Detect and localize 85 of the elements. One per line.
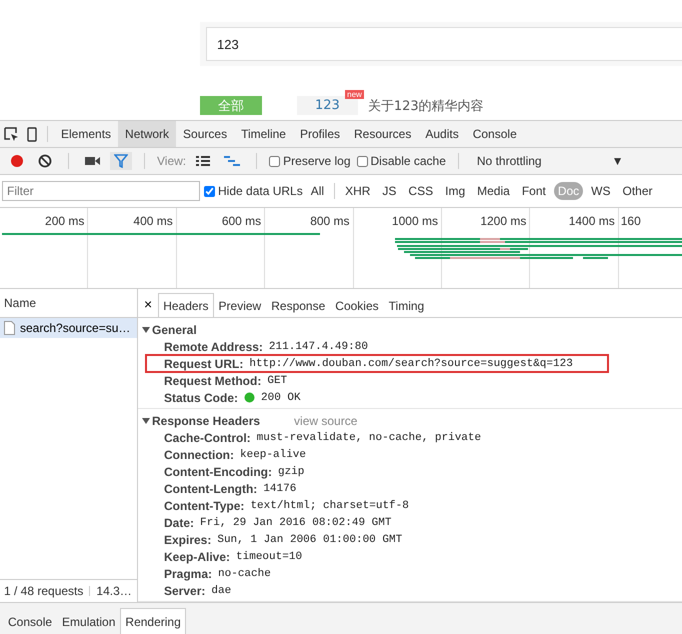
header-value: dae xyxy=(211,584,232,596)
header-name: Server: xyxy=(164,584,206,598)
type-filter[interactable]: Other xyxy=(618,182,657,200)
request-row[interactable]: search?source=su… xyxy=(0,318,137,338)
panel-tab[interactable]: Profiles xyxy=(292,121,347,147)
checkbox-label: Preserve log xyxy=(283,154,351,168)
detail-tab[interactable]: Cookies xyxy=(330,293,384,317)
time-tick: 1200 ms xyxy=(479,213,528,228)
header-name: Content-Encoding: xyxy=(164,464,272,478)
header-value: Fri, 29 Jan 2016 08:02:49 GMT xyxy=(200,516,392,528)
drawer-tab[interactable]: Rendering xyxy=(120,608,186,634)
detail-tab[interactable]: Headers xyxy=(158,293,214,317)
new-badge: new xyxy=(345,90,364,99)
time-tick: 200 ms xyxy=(44,213,86,228)
time-tick: 800 ms xyxy=(309,213,351,228)
header-name: Expires: xyxy=(164,532,212,546)
drawer-tab[interactable]: Emulation xyxy=(57,608,120,634)
detail-tab[interactable]: Response xyxy=(266,293,330,317)
time-tick: 1000 ms xyxy=(390,213,439,228)
header-name: Connection: xyxy=(164,448,234,462)
header-name: Content-Type: xyxy=(164,498,244,512)
header-value: Sun, 1 Jan 2006 01:00:00 GMT xyxy=(217,534,402,546)
throttling-dropdown[interactable]: No throttling ▼ xyxy=(470,154,630,168)
header-value: timeout=10 xyxy=(236,550,302,562)
checkbox-label: Disable cache xyxy=(370,154,446,168)
header-value: must-revalidate, no-cache, private xyxy=(256,432,482,444)
results-subtitle: 关于123的精华内容 xyxy=(368,98,484,114)
header-value: 14176 xyxy=(263,482,296,494)
panel-tab[interactable]: Resources xyxy=(347,121,418,147)
panel-tab[interactable]: Sources xyxy=(176,121,234,147)
panel-tab[interactable]: Audits xyxy=(418,121,466,147)
close-button[interactable]: × xyxy=(142,296,158,317)
view-source-link[interactable]: view source xyxy=(294,414,358,428)
detail-tab[interactable]: Preview xyxy=(214,293,266,317)
transfer-size: 14.3… xyxy=(96,584,132,598)
checkbox-label: Hide data URLs xyxy=(218,184,303,198)
view-label: View: xyxy=(157,154,186,168)
type-filter[interactable]: Img xyxy=(441,182,470,200)
type-filter[interactable]: Font xyxy=(518,182,550,200)
header-name: Status Code: xyxy=(164,390,238,404)
panel-tab[interactable]: Elements xyxy=(54,121,118,147)
type-filter[interactable]: Media xyxy=(473,182,514,200)
section-title: Response Headers xyxy=(152,414,260,428)
type-filter[interactable]: WS xyxy=(587,182,615,200)
time-tick: 160 xyxy=(620,213,642,228)
panel-tab[interactable]: Network xyxy=(118,121,176,147)
header-name: Request URL: xyxy=(164,356,244,370)
header-value: gzip xyxy=(278,466,304,478)
header-value: text/html; charset=utf-8 xyxy=(250,500,409,512)
disclosure-triangle-icon[interactable] xyxy=(142,326,150,334)
header-name: Keep-Alive: xyxy=(164,550,230,564)
filter-icon[interactable] xyxy=(110,152,132,170)
header-name: Content-Length: xyxy=(164,482,258,496)
header-name: Pragma: xyxy=(164,566,212,580)
preserve-log-checkbox[interactable] xyxy=(269,156,280,166)
type-filter[interactable]: CSS xyxy=(404,182,438,200)
hide-data-urls-checkbox[interactable] xyxy=(204,186,215,196)
header-name: Cache-Control: xyxy=(164,430,251,444)
document-icon xyxy=(4,321,15,335)
type-filter[interactable]: JS xyxy=(378,182,400,200)
panel-tab[interactable]: Console xyxy=(466,121,524,147)
header-value: no-cache xyxy=(218,568,271,580)
type-filter[interactable]: XHR xyxy=(341,182,374,200)
header-name: Date: xyxy=(164,516,194,530)
drawer-tab[interactable]: Console xyxy=(3,608,58,634)
header-value: 200 OK xyxy=(261,392,301,404)
header-value: 211.147.4.49:80 xyxy=(268,340,368,352)
result-tab[interactable]: 123 xyxy=(297,96,358,115)
time-tick: 600 ms xyxy=(220,213,262,228)
time-tick: 400 ms xyxy=(132,213,174,228)
request-count: 1 / 48 requests xyxy=(4,584,84,598)
section-title: General xyxy=(152,322,197,336)
disable-cache-checkbox[interactable] xyxy=(356,156,368,166)
header-name: Request Method: xyxy=(164,374,262,388)
detail-tab[interactable]: Timing xyxy=(384,293,430,317)
header-value: GET xyxy=(267,374,288,386)
type-filter[interactable]: All xyxy=(306,182,328,200)
header-value: http://www.douban.com/search?source=suggest&q=123 xyxy=(249,358,573,370)
search-field[interactable]: 123 xyxy=(206,27,682,61)
time-tick: 1400 ms xyxy=(568,213,616,228)
header-value: keep-alive xyxy=(240,448,306,460)
panel-tab[interactable]: Timeline xyxy=(234,121,293,147)
filter-field[interactable]: Filter xyxy=(2,181,200,201)
disclosure-triangle-icon[interactable] xyxy=(142,416,150,424)
header-name: Remote Address: xyxy=(164,340,263,354)
